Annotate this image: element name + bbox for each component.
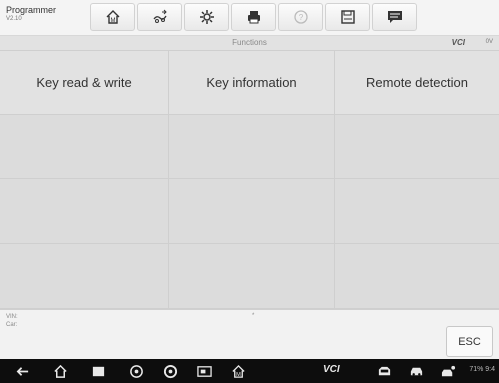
app-version: V2.10: [6, 16, 22, 22]
empty-cell: [335, 179, 499, 244]
vin-label: VIN:: [6, 314, 18, 320]
status-bar-info: 71% 9:4: [469, 366, 495, 373]
esc-button[interactable]: ESC: [446, 326, 493, 357]
car-label: Car:: [6, 322, 18, 328]
remote-car-icon[interactable]: [440, 363, 456, 379]
data-log-button[interactable]: [372, 3, 417, 31]
function-label: Remote detection: [366, 75, 468, 90]
home-nav-icon[interactable]: [52, 363, 68, 379]
svg-text:M: M: [236, 372, 241, 378]
display-icon[interactable]: [196, 363, 212, 379]
data-log-icon: [387, 11, 402, 23]
key-read-write-button[interactable]: Key read & write: [0, 51, 169, 115]
vehicle-swap-icon: [152, 9, 167, 23]
maxisys-home-icon[interactable]: M: [230, 363, 246, 379]
function-grid: Key read & write Key information Remote …: [0, 51, 499, 309]
top-toolbar: Programmer V2.10 M ?: [0, 0, 499, 36]
vci-nav-icon[interactable]: VCI: [323, 364, 340, 375]
function-header: Functions VCI 0V: [0, 36, 499, 51]
home-button[interactable]: M: [90, 3, 135, 31]
key-information-button[interactable]: Key information: [169, 51, 335, 115]
system-nav-bar: M VCI 71% 9:4: [0, 359, 499, 383]
app-title: Programmer: [6, 5, 57, 15]
car-icon[interactable]: [408, 363, 424, 379]
camera-icon[interactable]: [162, 363, 178, 379]
browser-icon[interactable]: [128, 363, 144, 379]
empty-cell: [0, 179, 169, 244]
help-icon: ?: [293, 10, 308, 24]
home-icon: M: [106, 10, 119, 24]
settings-icon: [199, 10, 214, 24]
settings-button[interactable]: [184, 3, 229, 31]
help-button[interactable]: ?: [278, 3, 323, 31]
function-label: Key information: [206, 75, 297, 90]
service-icon[interactable]: [376, 363, 392, 379]
empty-cell: [335, 244, 499, 309]
vehicle-swap-button[interactable]: [137, 3, 182, 31]
battery-voltage: 0V: [485, 39, 493, 45]
vehicle-info-panel: VIN: Car: * ESC: [0, 309, 499, 359]
page-title: Functions: [232, 38, 267, 47]
save-button[interactable]: [325, 3, 370, 31]
print-icon: [247, 11, 260, 24]
empty-cell: [169, 179, 335, 244]
svg-text:M: M: [110, 18, 115, 24]
empty-cell: [0, 115, 169, 179]
function-label: Key read & write: [36, 75, 132, 90]
svg-text:?: ?: [298, 13, 303, 22]
empty-cell: [169, 115, 335, 179]
print-button[interactable]: [231, 3, 276, 31]
empty-cell: [0, 244, 169, 309]
recent-apps-icon[interactable]: [90, 363, 106, 379]
empty-cell: [169, 244, 335, 309]
empty-cell: [335, 115, 499, 179]
back-icon[interactable]: [14, 363, 30, 379]
remote-detection-button[interactable]: Remote detection: [335, 51, 499, 115]
info-marker: *: [252, 313, 255, 319]
save-icon: [340, 10, 355, 24]
vci-status: VCI: [451, 38, 465, 47]
